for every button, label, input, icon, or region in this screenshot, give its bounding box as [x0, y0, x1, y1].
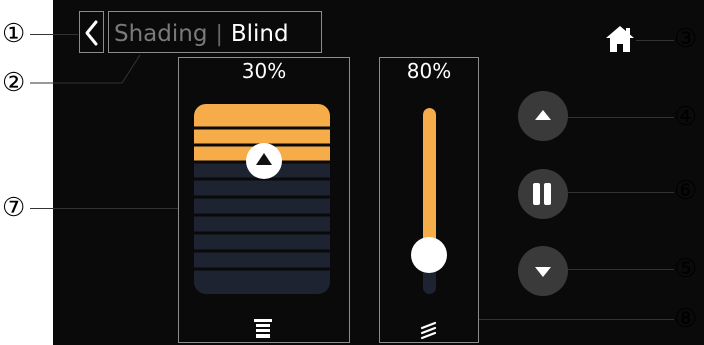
- leader-4: [568, 117, 674, 118]
- tilt-knob[interactable]: [411, 237, 447, 273]
- callout-5: ⑤: [674, 254, 698, 284]
- blind-icon: [254, 319, 272, 338]
- leader-6: [568, 192, 674, 193]
- leader-3: [636, 40, 674, 41]
- leader-7: [30, 208, 178, 209]
- slats-angle-icon: [420, 321, 437, 340]
- tab-separator: |: [215, 21, 223, 47]
- triangle-up-icon: [535, 110, 551, 120]
- tilt-footer-icon: [419, 320, 439, 340]
- back-button[interactable]: [82, 18, 102, 48]
- leader-2: [30, 54, 141, 84]
- leader-1: [30, 34, 78, 35]
- callout-3: ③: [674, 24, 698, 54]
- callout-6: ⑥: [674, 176, 698, 206]
- triangle-up-icon: [256, 153, 272, 165]
- leader-5: [568, 269, 674, 270]
- title-tabs: Shading | Blind: [114, 17, 289, 51]
- chevron-left-icon: [85, 20, 98, 46]
- callout-7: ⑦: [2, 193, 26, 223]
- home-button[interactable]: [604, 24, 636, 54]
- tab-blind[interactable]: Blind: [231, 21, 289, 47]
- callout-2: ②: [2, 68, 26, 98]
- callout-4: ④: [674, 102, 698, 132]
- blind-footer-icon: [253, 318, 273, 340]
- up-button[interactable]: [518, 91, 568, 141]
- pause-button[interactable]: [518, 169, 568, 219]
- blind-slats: [194, 104, 330, 271]
- blind-knob[interactable]: [246, 143, 282, 179]
- triangle-down-icon: [535, 267, 551, 277]
- home-icon: [606, 26, 634, 52]
- callout-1: ①: [2, 19, 26, 49]
- blind-control[interactable]: [194, 104, 330, 294]
- callout-8: ⑧: [674, 304, 698, 334]
- tab-shading[interactable]: Shading: [114, 21, 207, 47]
- tilt-percent: 80%: [406, 59, 452, 83]
- tilt-fill: [423, 108, 436, 256]
- pause-icon: [533, 183, 551, 205]
- blind-percent: 30%: [241, 59, 287, 83]
- leader-8: [479, 319, 674, 320]
- down-button[interactable]: [518, 246, 568, 296]
